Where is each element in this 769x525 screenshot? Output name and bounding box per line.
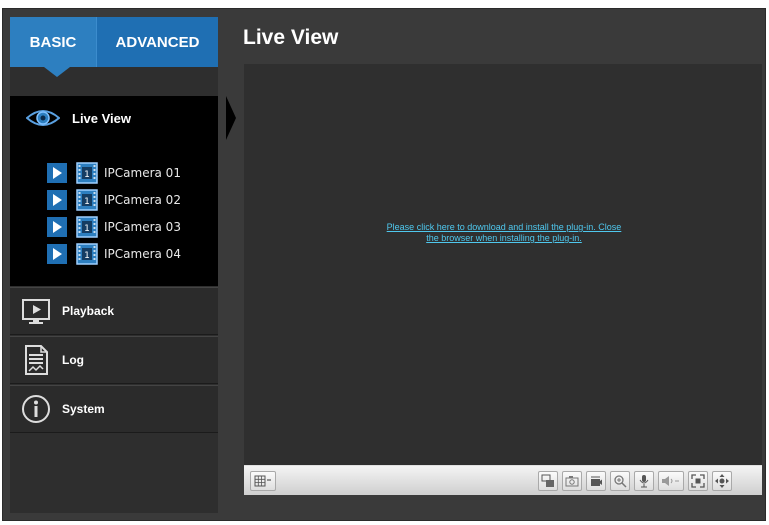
sidebar-item-label: Log xyxy=(62,353,84,367)
active-tab-pointer xyxy=(44,67,70,77)
video-viewport: Please click here to download and instal… xyxy=(244,64,762,465)
play-icon[interactable] xyxy=(47,162,67,183)
svg-text:1: 1 xyxy=(84,224,90,234)
ptz-icon[interactable] xyxy=(712,471,732,491)
film-icon: 1 xyxy=(76,215,98,238)
camera-item[interactable]: 1 IPCamera 03 xyxy=(47,213,181,240)
camera-label: IPCamera 03 xyxy=(104,219,181,234)
stream-icon[interactable] xyxy=(538,471,558,491)
sidebar-item-label: Live View xyxy=(72,110,132,126)
play-icon[interactable] xyxy=(47,216,67,237)
layout-icon[interactable] xyxy=(250,471,276,491)
eye-icon xyxy=(26,110,60,126)
microphone-icon[interactable] xyxy=(634,471,654,491)
zoom-icon[interactable] xyxy=(610,471,630,491)
play-icon[interactable] xyxy=(47,243,67,264)
snapshot-icon[interactable] xyxy=(562,471,582,491)
system-info-icon xyxy=(22,395,50,423)
film-icon: 1 xyxy=(76,188,98,211)
tab-advanced[interactable]: ADVANCED xyxy=(96,17,218,67)
svg-text:1: 1 xyxy=(84,197,90,207)
camera-item[interactable]: 1 IPCamera 01 xyxy=(47,159,181,186)
fullscreen-icon[interactable] xyxy=(688,471,708,491)
svg-text:1: 1 xyxy=(84,251,90,261)
record-icon[interactable] xyxy=(586,471,606,491)
live-view-section: Live View 1 IPCamera 01 1 IPCamera 02 1 … xyxy=(10,96,236,286)
sidebar-item-system[interactable]: System xyxy=(10,385,218,433)
volume-icon[interactable] xyxy=(658,471,684,491)
sidebar: BASIC ADVANCED Live View 1 IPCamera 01 1… xyxy=(10,17,236,513)
camera-list: 1 IPCamera 01 1 IPCamera 02 1 IPCamera 0… xyxy=(47,159,181,267)
camera-label: IPCamera 02 xyxy=(104,192,181,207)
mode-tabs: BASIC ADVANCED xyxy=(10,17,218,67)
log-icon xyxy=(25,345,48,375)
sidebar-item-playback[interactable]: Playback xyxy=(10,287,218,335)
sidebar-item-label: Playback xyxy=(62,304,115,318)
camera-item[interactable]: 1 IPCamera 02 xyxy=(47,186,181,213)
plugin-download-link[interactable]: Please click here to download and instal… xyxy=(380,222,628,244)
camera-item[interactable]: 1 IPCamera 04 xyxy=(47,240,181,267)
sidebar-item-live-view[interactable]: Live View xyxy=(10,96,236,140)
active-item-arrow xyxy=(226,96,236,140)
film-icon: 1 xyxy=(76,161,98,184)
play-icon[interactable] xyxy=(47,189,67,210)
video-toolbar xyxy=(244,465,762,495)
camera-label: IPCamera 04 xyxy=(104,246,181,261)
camera-label: IPCamera 01 xyxy=(104,165,181,180)
tab-basic[interactable]: BASIC xyxy=(10,17,96,67)
playback-icon xyxy=(22,299,50,324)
sidebar-item-log[interactable]: Log xyxy=(10,336,218,384)
page-title: Live View xyxy=(243,26,339,49)
sidebar-item-label: System xyxy=(62,402,105,416)
svg-text:1: 1 xyxy=(84,170,90,180)
film-icon: 1 xyxy=(76,242,98,265)
